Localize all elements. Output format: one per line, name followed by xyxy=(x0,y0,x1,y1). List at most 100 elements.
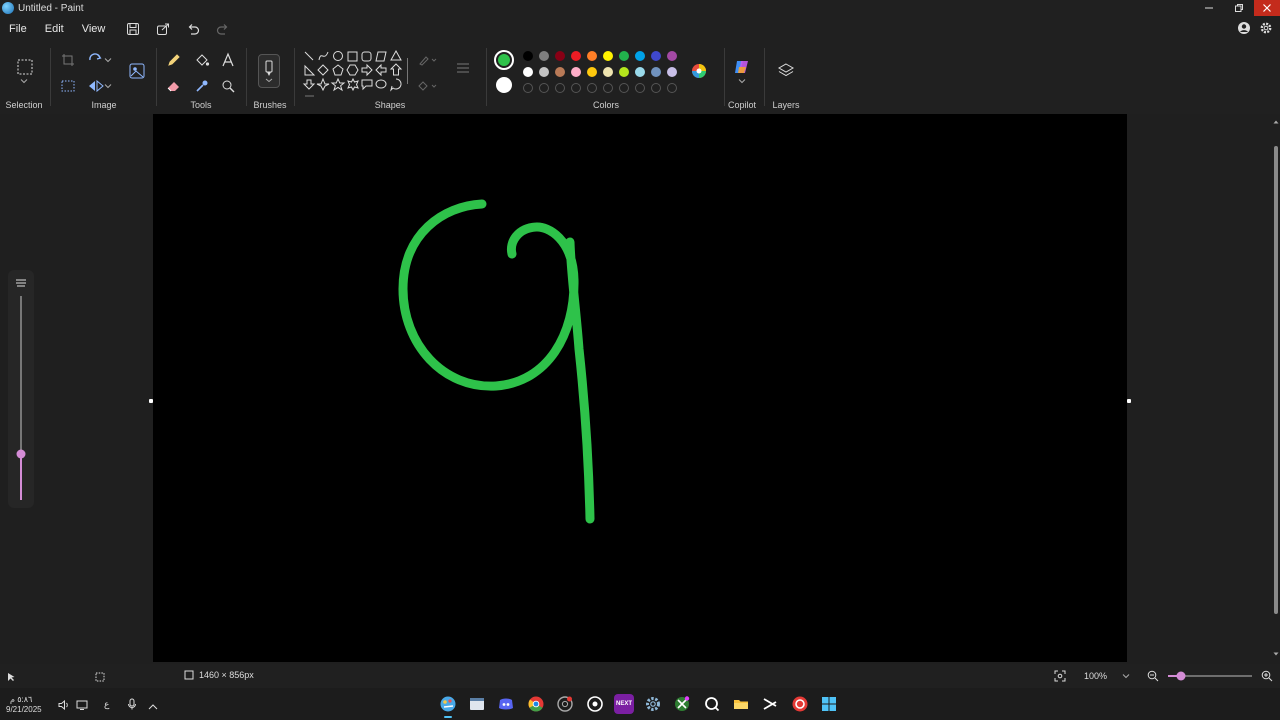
color-swatch[interactable] xyxy=(667,51,677,61)
ribbon-divider xyxy=(486,48,487,106)
rotate-dropdown[interactable] xyxy=(102,50,114,70)
color-swatch[interactable] xyxy=(619,51,629,61)
canvas-resize-handle-right[interactable] xyxy=(1127,399,1131,403)
color-swatch[interactable] xyxy=(651,67,661,77)
custom-color-slot[interactable] xyxy=(539,83,549,93)
secondary-color-swatch[interactable] xyxy=(496,77,512,93)
color-swatch[interactable] xyxy=(539,67,549,77)
custom-color-slot[interactable] xyxy=(523,83,533,93)
undo-button[interactable] xyxy=(178,16,208,42)
share-button[interactable] xyxy=(148,16,178,42)
show-hidden-icons-button[interactable] xyxy=(148,700,158,714)
selection-tool-button[interactable] xyxy=(14,56,36,78)
shapes-scrollbar[interactable] xyxy=(407,58,408,84)
network-button[interactable] xyxy=(76,699,88,713)
color-swatch[interactable] xyxy=(539,51,549,61)
close-button[interactable] xyxy=(1254,0,1280,16)
restore-button[interactable] xyxy=(1224,0,1254,16)
shapes-gallery[interactable] xyxy=(302,48,410,100)
color-swatch[interactable] xyxy=(651,51,661,61)
magnifier-button[interactable] xyxy=(218,76,238,96)
taskbar-red-app[interactable] xyxy=(790,694,810,714)
custom-color-slot[interactable] xyxy=(619,83,629,93)
view-menu[interactable]: View xyxy=(73,16,115,42)
custom-color-slot[interactable] xyxy=(635,83,645,93)
color-swatch[interactable] xyxy=(571,67,581,77)
custom-color-slot[interactable] xyxy=(667,83,677,93)
custom-color-slot[interactable] xyxy=(603,83,613,93)
brush-size-slider[interactable] xyxy=(8,270,34,508)
taskbar-search-app[interactable] xyxy=(702,694,722,714)
taskbar-file-explorer[interactable] xyxy=(731,694,751,714)
background-removal-button[interactable] xyxy=(58,76,78,96)
color-swatch[interactable] xyxy=(667,67,677,77)
image-creator-button[interactable] xyxy=(126,60,148,82)
color-swatch[interactable] xyxy=(603,51,613,61)
zoom-slider[interactable] xyxy=(1166,670,1254,682)
settings-button[interactable] xyxy=(1258,20,1274,36)
scroll-down-icon xyxy=(1273,652,1279,656)
copilot-dropdown[interactable] xyxy=(734,76,750,86)
color-swatch[interactable] xyxy=(635,67,645,77)
taskbar-settings[interactable] xyxy=(643,694,663,714)
fit-to-window-button[interactable] xyxy=(1054,670,1066,685)
color-swatch[interactable] xyxy=(555,67,565,77)
taskbar-chrome-profile[interactable] xyxy=(555,694,575,714)
taskbar-steam[interactable] xyxy=(585,694,605,714)
edit-menu[interactable]: Edit xyxy=(36,16,73,42)
pencil-tool-button[interactable] xyxy=(164,50,184,70)
taskbar-notepad[interactable] xyxy=(467,694,487,714)
zoom-out-button[interactable] xyxy=(1147,670,1159,685)
layers-button[interactable] xyxy=(775,60,797,82)
color-swatch[interactable] xyxy=(635,51,645,61)
taskbar-paint[interactable] xyxy=(438,694,458,718)
edit-colors-button[interactable] xyxy=(688,60,710,82)
account-button[interactable] xyxy=(1236,20,1252,36)
primary-color-swatch[interactable] xyxy=(494,50,514,70)
text-tool-button[interactable] xyxy=(218,50,238,70)
scrollbar-thumb[interactable] xyxy=(1274,146,1278,614)
taskbar-chrome[interactable] xyxy=(526,694,546,714)
color-swatch[interactable] xyxy=(619,67,629,77)
keyboard-language[interactable]: ع xyxy=(104,700,109,709)
crop-button[interactable] xyxy=(58,50,78,70)
taskbar-windows-store[interactable] xyxy=(819,694,839,714)
color-swatch[interactable] xyxy=(523,51,533,61)
taskbar-capcut[interactable] xyxy=(760,694,780,714)
drawing-canvas[interactable] xyxy=(153,114,1127,662)
color-swatch[interactable] xyxy=(523,67,533,77)
taskbar-discord[interactable] xyxy=(496,694,516,714)
color-swatch[interactable] xyxy=(571,51,581,61)
color-swatch[interactable] xyxy=(587,67,597,77)
vertical-scrollbar[interactable] xyxy=(1272,118,1280,658)
brushes-button[interactable] xyxy=(258,54,280,88)
fill-style-button[interactable] xyxy=(416,76,440,96)
copilot-button[interactable] xyxy=(731,56,753,78)
taskbar-next-app[interactable]: NEXT xyxy=(614,694,634,714)
color-swatch[interactable] xyxy=(555,51,565,61)
minimize-button[interactable] xyxy=(1194,0,1224,16)
canvas-resize-handle-left[interactable] xyxy=(149,399,153,403)
color-wheel-icon xyxy=(692,64,706,78)
outline-style-button[interactable] xyxy=(416,50,440,70)
volume-button[interactable] xyxy=(58,699,70,713)
custom-color-slot[interactable] xyxy=(571,83,581,93)
color-picker-button[interactable] xyxy=(192,76,212,96)
shape-size-button[interactable] xyxy=(452,58,474,78)
taskbar-xbox[interactable] xyxy=(672,694,692,714)
save-button[interactable] xyxy=(118,16,148,42)
custom-color-slot[interactable] xyxy=(651,83,661,93)
fill-tool-button[interactable] xyxy=(192,50,212,70)
file-menu[interactable]: File xyxy=(0,16,36,42)
zoom-in-button[interactable] xyxy=(1261,670,1273,685)
flip-dropdown[interactable] xyxy=(102,76,114,96)
zoom-select[interactable]: 100% xyxy=(1080,668,1136,684)
color-swatch[interactable] xyxy=(603,67,613,77)
microphone-button[interactable] xyxy=(127,698,137,713)
redo-button[interactable] xyxy=(208,16,238,42)
eraser-tool-button[interactable] xyxy=(164,76,184,96)
custom-color-slot[interactable] xyxy=(587,83,597,93)
custom-color-slot[interactable] xyxy=(555,83,565,93)
color-swatch[interactable] xyxy=(587,51,597,61)
selection-dropdown[interactable] xyxy=(16,76,32,86)
